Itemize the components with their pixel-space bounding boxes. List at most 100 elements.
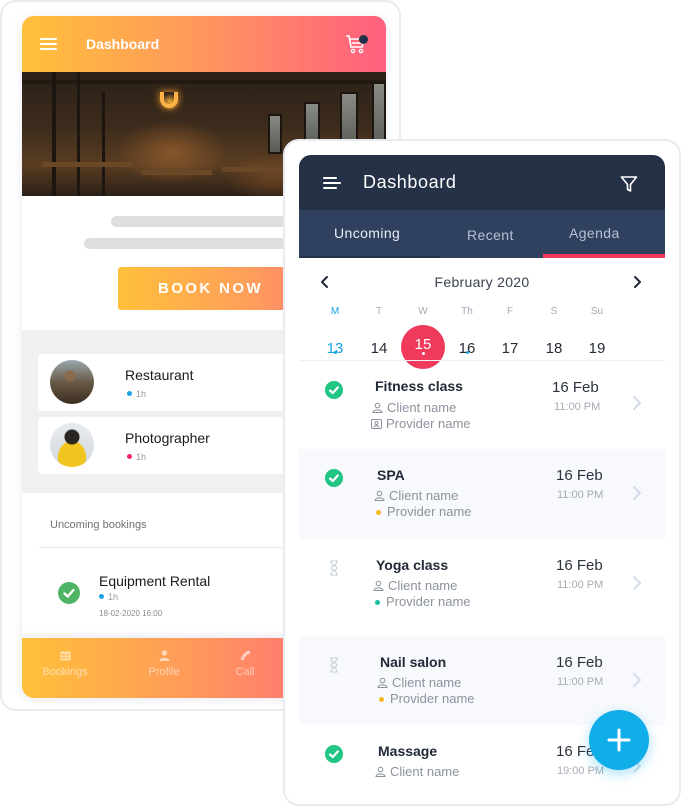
client-line: Client name xyxy=(373,578,457,593)
weekday-label: S xyxy=(550,306,558,317)
hourglass-icon xyxy=(330,657,338,673)
provider-name: Provider name xyxy=(386,594,471,609)
agenda-date: 16 Feb xyxy=(552,379,599,396)
nav-label: Profile xyxy=(148,666,180,678)
provider-line: Provider name xyxy=(371,416,471,431)
client-name: Client name xyxy=(392,675,462,690)
provider-status-dot xyxy=(375,600,380,605)
page-title: Dashboard xyxy=(86,36,160,52)
tab-uncoming[interactable]: Uncoming xyxy=(334,225,400,241)
duration-text: 1h xyxy=(108,592,119,602)
weekday-label: M xyxy=(330,306,340,317)
id-card-icon xyxy=(371,419,382,429)
weekday-label: W xyxy=(418,306,428,317)
hamburger-icon[interactable] xyxy=(323,177,341,189)
section-label: Uncoming bookings xyxy=(50,519,147,531)
agenda-title: Nail salon xyxy=(380,654,447,670)
chevron-right-icon[interactable] xyxy=(632,395,642,411)
agenda-date: 16 Feb xyxy=(556,654,603,671)
plus-icon xyxy=(607,728,631,752)
service-duration: 1h xyxy=(127,389,146,399)
agenda-time: 11:00 PM xyxy=(554,401,601,413)
agenda-time: 11:00 PM xyxy=(557,676,604,688)
weekday-label: Su xyxy=(590,306,604,317)
agenda-app-screen: Dashboard Uncoming Recent Agenda Februar… xyxy=(299,155,665,805)
agenda-time: 19:00 PM xyxy=(557,765,605,777)
agenda-time: 11:00 PM xyxy=(557,579,604,591)
agenda-date: 16 Feb xyxy=(556,467,603,484)
status-dot xyxy=(127,391,132,396)
filter-icon[interactable] xyxy=(620,175,638,193)
person-icon xyxy=(372,402,383,413)
client-line: Client name xyxy=(377,675,461,690)
agenda-item[interactable]: Fitness class Client name Provider name 16 … xyxy=(299,361,665,449)
nav-bookings[interactable]: Bookings xyxy=(40,650,90,678)
nav-label: Call xyxy=(235,666,255,678)
duration-text: 1h xyxy=(136,389,147,399)
event-dot xyxy=(465,351,469,354)
client-line: Client name xyxy=(375,764,459,779)
client-name: Client name xyxy=(389,488,459,503)
agenda-time: 11:00 PM xyxy=(557,489,604,501)
tab-recent[interactable]: Recent xyxy=(467,227,514,243)
person-icon xyxy=(373,580,384,591)
booking-duration: 1h xyxy=(99,592,118,602)
provider-name: Provider name xyxy=(386,416,471,431)
chevron-right-icon[interactable] xyxy=(632,575,642,591)
check-circle-icon xyxy=(325,381,343,399)
client-name: Client name xyxy=(388,578,458,593)
booking-title: Equipment Rental xyxy=(99,573,211,589)
client-name: Client name xyxy=(387,400,457,415)
service-title: Restaurant xyxy=(125,367,194,383)
person-icon xyxy=(375,766,386,777)
cart-badge xyxy=(359,35,368,44)
check-circle-icon xyxy=(325,745,343,763)
person-icon xyxy=(377,677,388,688)
add-booking-button[interactable] xyxy=(589,710,649,770)
client-line: Client name xyxy=(374,488,458,503)
app-header: Dashboard xyxy=(22,16,386,72)
weekday-label: Th xyxy=(461,306,473,317)
check-circle-icon xyxy=(58,582,80,604)
agenda-title: Massage xyxy=(378,743,438,759)
tab-agenda[interactable]: Agenda xyxy=(569,225,620,241)
nav-label: Bookings xyxy=(42,666,88,678)
provider-line: Provider name xyxy=(377,691,475,706)
app-header: Dashboard xyxy=(299,155,665,210)
restaurant-avatar xyxy=(50,360,94,404)
hamburger-icon[interactable] xyxy=(40,38,57,50)
duration-text: 1h xyxy=(136,452,147,462)
provider-line: Provider name xyxy=(373,594,471,609)
calendar-month: February 2020 xyxy=(434,274,530,290)
provider-name: Provider name xyxy=(390,691,475,706)
phone-mockup-2: Dashboard Uncoming Recent Agenda Februar… xyxy=(283,139,681,806)
chevron-right-icon[interactable] xyxy=(632,672,642,688)
provider-status-dot xyxy=(379,697,384,702)
event-dot xyxy=(421,352,425,355)
tab-indicator-inactive xyxy=(299,256,440,258)
agenda-title: Yoga class xyxy=(376,557,449,573)
tab-bar: Uncoming Recent Agenda xyxy=(299,210,665,258)
client-name: Client name xyxy=(390,764,460,779)
person-icon xyxy=(374,490,385,501)
service-duration: 1h xyxy=(127,452,146,462)
nav-call[interactable]: Call xyxy=(230,650,260,678)
agenda-title: Fitness class xyxy=(375,378,463,394)
chevron-right-icon[interactable] xyxy=(630,275,644,289)
booking-datetime: 18-02-2020 16:00 xyxy=(99,609,163,618)
check-circle-icon xyxy=(325,469,343,487)
agenda-item[interactable]: SPA Client name Provider name 16 Feb 11:00 P… xyxy=(299,449,665,539)
status-dot xyxy=(127,454,132,459)
weekday-label: F xyxy=(506,306,514,317)
agenda-date: 16 Feb xyxy=(556,557,603,574)
agenda-title: SPA xyxy=(377,467,405,483)
provider-status-dot xyxy=(376,510,381,515)
page-title: Dashboard xyxy=(363,172,457,192)
photographer-avatar xyxy=(50,423,94,467)
agenda-item[interactable]: Yoga class Client name Provider name 16 Feb… xyxy=(299,539,665,636)
provider-line: Provider name xyxy=(374,504,472,519)
service-title: Photographer xyxy=(125,430,210,446)
nav-profile[interactable]: Profile xyxy=(142,650,186,678)
chevron-right-icon[interactable] xyxy=(632,485,642,501)
hourglass-icon xyxy=(330,560,338,576)
